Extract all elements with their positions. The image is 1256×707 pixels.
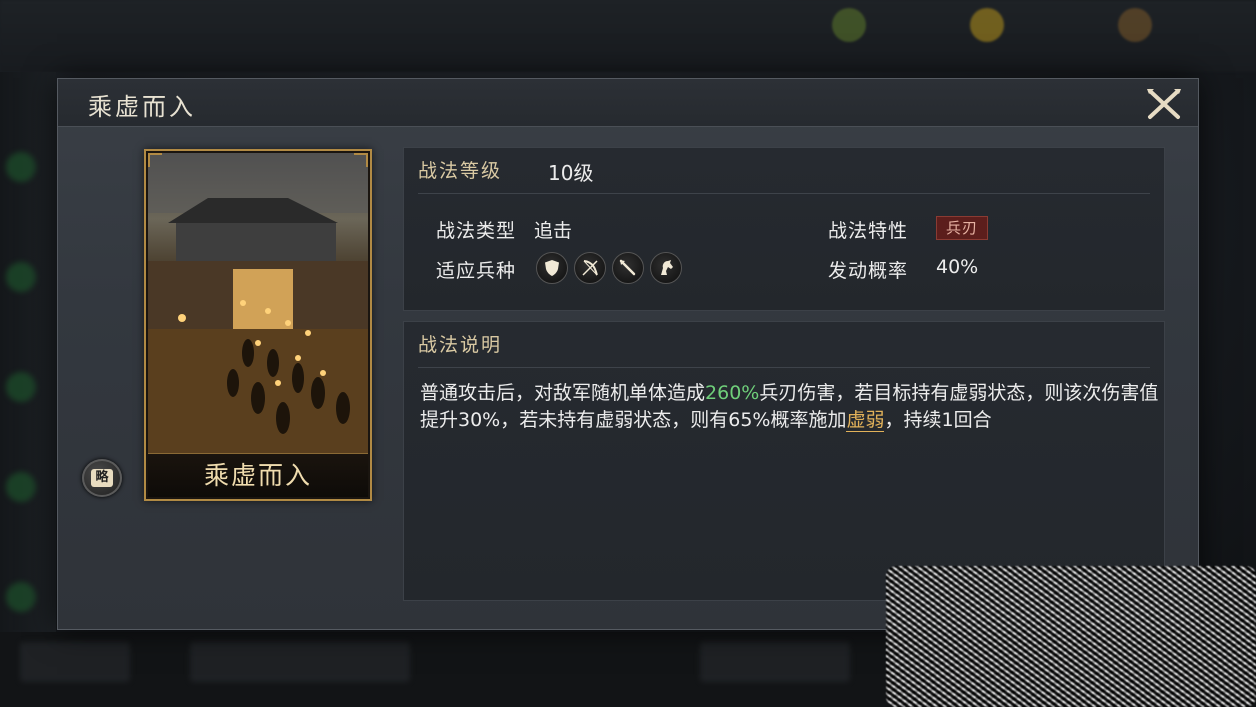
horse-icon	[650, 252, 682, 284]
trigger-rate-value: 40%	[936, 256, 979, 278]
bg-resource-icon	[832, 8, 866, 42]
bg-sidebar-icon	[6, 262, 36, 292]
skill-detail-modal: 乘虚而入 乘虚而入 略 战法等级 10级 战法类型 追击 战法特性 兵刃 适应兵…	[57, 78, 1199, 630]
bg-bottom-element	[20, 642, 130, 682]
bg-sidebar-icon	[6, 372, 36, 402]
troop-types-icons	[536, 252, 682, 284]
modal-header: 乘虚而入	[58, 79, 1198, 127]
close-icon	[1147, 89, 1181, 119]
skill-description-text: 普通攻击后，对敌军随机单体造成260%兵刃伤害，若目标持有虚弱状态，则该次伤害值…	[420, 380, 1160, 434]
battle-scene-illustration	[148, 153, 368, 453]
skill-type-value: 追击	[534, 220, 573, 242]
skill-trait-label: 战法特性	[828, 220, 909, 242]
noise-overlay	[886, 566, 1256, 707]
bg-bottom-element	[190, 642, 410, 682]
background-left-sidebar	[0, 72, 56, 632]
skill-level-value: 10级	[548, 161, 594, 185]
bg-sidebar-icon	[6, 472, 36, 502]
bg-gold-icon	[970, 8, 1004, 42]
skill-card-name: 乘虚而入	[148, 453, 368, 497]
skill-stats-panel: 战法等级 10级 战法类型 追击 战法特性 兵刃 适应兵种 发动概率 40%	[403, 147, 1165, 311]
spear-icon	[612, 252, 644, 284]
strategy-badge[interactable]: 略	[82, 459, 122, 497]
skill-card-artwork	[148, 153, 368, 453]
bg-sidebar-icon	[6, 582, 36, 612]
skill-trait-tag: 兵刃	[936, 216, 988, 240]
skill-description-panel: 战法说明 普通攻击后，对敌军随机单体造成260%兵刃伤害，若目标持有虚弱状态，则…	[403, 321, 1165, 601]
strategy-badge-label: 略	[91, 469, 113, 487]
panel-divider	[418, 193, 1150, 194]
panel-divider	[418, 367, 1150, 368]
bg-item-icon	[1118, 8, 1152, 42]
trigger-rate-label: 发动概率	[828, 260, 909, 282]
modal-title: 乘虚而入	[88, 93, 196, 121]
background-top-bar	[0, 0, 1256, 72]
card-corner-ornament	[354, 153, 368, 167]
card-corner-ornament	[148, 153, 162, 167]
damage-percentage: 260%	[705, 382, 760, 404]
bg-bottom-element	[700, 642, 850, 682]
skill-level-label: 战法等级	[418, 160, 503, 182]
skill-card: 乘虚而入	[144, 149, 372, 501]
close-button[interactable]	[1144, 85, 1184, 123]
bg-sidebar-icon	[6, 152, 36, 182]
description-part3: ，持续1回合	[884, 409, 992, 431]
description-part1: 普通攻击后，对敌军随机单体造成	[420, 382, 706, 404]
description-heading: 战法说明	[418, 334, 503, 356]
bow-icon	[574, 252, 606, 284]
skill-type-label: 战法类型	[436, 220, 517, 242]
troop-types-label: 适应兵种	[436, 260, 517, 282]
weak-status-link[interactable]: 虚弱	[846, 409, 885, 432]
shield-icon	[536, 252, 568, 284]
